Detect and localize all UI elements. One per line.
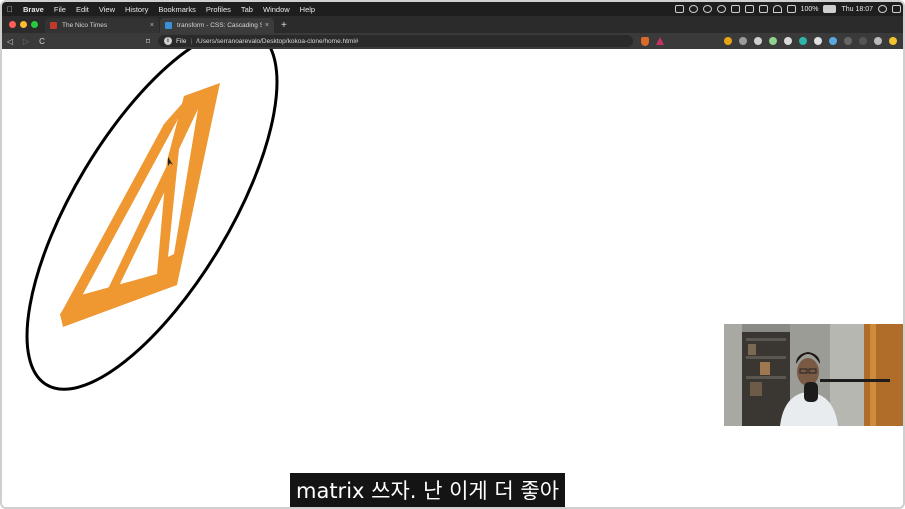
menu-window[interactable]: Window xyxy=(258,5,295,14)
mdn-favicon-icon xyxy=(165,22,172,29)
menu-bookmarks[interactable]: Bookmarks xyxy=(153,5,201,14)
bluetooth-icon[interactable] xyxy=(758,5,768,13)
menubar-clock[interactable]: Thu 18:07 xyxy=(841,6,873,13)
brave-buttons xyxy=(641,36,664,46)
tab-title: The Nico Times xyxy=(62,22,108,29)
spotlight-search-icon[interactable] xyxy=(878,5,887,13)
extension-2-icon[interactable] xyxy=(739,37,747,45)
tab-strip: The Nico Times × transform - CSS: Cascad… xyxy=(2,16,903,33)
sound-icon[interactable] xyxy=(786,5,796,13)
new-tab-button[interactable]: + xyxy=(275,20,293,33)
menu-tab[interactable]: Tab xyxy=(236,5,258,14)
extension-7-icon[interactable] xyxy=(814,37,822,45)
address-bar[interactable]: i File | /Users/serranoarevalo/Desktop/k… xyxy=(158,35,633,47)
url-scheme: File xyxy=(176,37,187,45)
time-machine-icon[interactable] xyxy=(716,5,726,13)
page-content: matrix 쓰자. 난 이게 더 좋아 xyxy=(2,49,903,507)
reload-button[interactable]: C xyxy=(34,37,50,46)
volume-icon[interactable] xyxy=(730,5,740,13)
browser-toolbar: ◁ ▷ C ⌑ i File | /Users/serranoarevalo/D… xyxy=(2,33,903,49)
menu-profiles[interactable]: Profiles xyxy=(201,5,236,14)
screen-frame:  Brave File Edit View History Bookmarks… xyxy=(0,0,905,509)
menu-file[interactable]: File xyxy=(49,5,71,14)
tab-close-icon[interactable]: × xyxy=(265,22,269,29)
tab-mdn-transform[interactable]: transform - CSS: Cascading Styl × xyxy=(160,18,274,33)
extension-1-icon[interactable] xyxy=(724,37,732,45)
battery-icon[interactable] xyxy=(823,5,837,13)
shield-status-icon[interactable] xyxy=(702,5,712,13)
extension-6-icon[interactable] xyxy=(799,37,807,45)
menu-app-name[interactable]: Brave xyxy=(18,5,49,14)
transformed-shape-canvas xyxy=(25,49,279,391)
url-text[interactable]: /Users/serranoarevalo/Desktop/kokoa-clon… xyxy=(196,38,358,45)
url-separator: | xyxy=(190,37,193,45)
bookmark-button[interactable]: ⌑ xyxy=(142,37,154,46)
menu-history[interactable]: History xyxy=(120,5,153,14)
zoom-window-icon[interactable] xyxy=(31,21,38,28)
extension-10-icon[interactable] xyxy=(859,37,867,45)
back-button[interactable]: ◁ xyxy=(2,37,18,46)
extension-5-icon[interactable] xyxy=(784,37,792,45)
apple-menu-icon[interactable]:  xyxy=(2,5,18,14)
close-window-icon[interactable] xyxy=(9,21,16,28)
window-controls xyxy=(2,21,45,33)
presenter-video-image xyxy=(724,324,903,426)
status-area: 100% Thu 18:07 xyxy=(674,5,903,13)
nico-times-favicon-icon xyxy=(50,22,57,29)
screen-record-icon[interactable] xyxy=(674,5,684,13)
extension-11-icon[interactable] xyxy=(874,37,882,45)
control-center-icon[interactable] xyxy=(892,5,901,13)
extension-8-icon[interactable] xyxy=(829,37,837,45)
extension-9-icon[interactable] xyxy=(844,37,852,45)
minimize-window-icon[interactable] xyxy=(20,21,27,28)
video-subtitle: matrix 쓰자. 난 이게 더 좋아 xyxy=(290,473,566,507)
extension-12-icon[interactable] xyxy=(889,37,897,45)
brave-shields-icon[interactable] xyxy=(641,36,649,46)
menu-bar:  Brave File Edit View History Bookmarks… xyxy=(2,2,903,16)
menu-help[interactable]: Help xyxy=(295,5,320,14)
tab-close-icon[interactable]: × xyxy=(150,22,154,29)
forward-button[interactable]: ▷ xyxy=(18,37,34,46)
extension-4-icon[interactable] xyxy=(769,37,777,45)
menu-view[interactable]: View xyxy=(94,5,120,14)
site-info-icon[interactable]: i xyxy=(164,37,172,45)
menu-edit[interactable]: Edit xyxy=(71,5,94,14)
tab-title: transform - CSS: Cascading Styl xyxy=(177,22,262,29)
webcam-overlay xyxy=(724,324,903,426)
extension-3-icon[interactable] xyxy=(754,37,762,45)
battery-percent: 100% xyxy=(800,5,819,13)
keyboard-input-icon[interactable] xyxy=(744,5,754,13)
brave-rewards-icon[interactable] xyxy=(656,37,664,45)
tab-nico-times[interactable]: The Nico Times × xyxy=(45,18,159,33)
extension-icons xyxy=(724,37,903,45)
cloud-icon[interactable] xyxy=(688,5,698,13)
wifi-icon[interactable] xyxy=(772,5,782,13)
